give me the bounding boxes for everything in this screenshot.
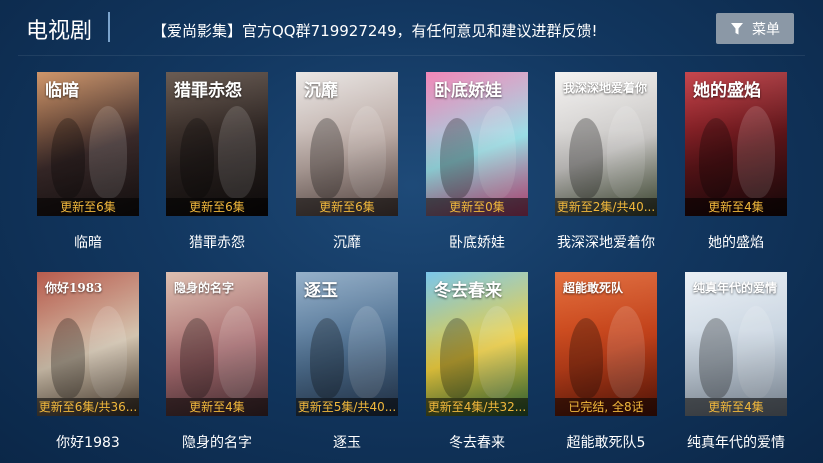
episode-status: 更新至6集 [166,198,268,216]
poster-title-art: 猎罪赤怨 [174,81,242,101]
show-title: 她的盛焰 [708,235,764,251]
poster-title-art: 我深深地爱着你 [563,81,648,95]
header-bar: 电视剧 【爱尚影集】官方QQ群719927249，有任何意见和建议进群反馈! 菜… [0,0,823,56]
episode-status: 更新至4集 [685,398,787,416]
poster-image[interactable]: 超能敢死队已完结, 全8话 [555,272,657,416]
episode-status: 更新至0集 [426,198,528,216]
page-title: 电视剧 [26,19,93,44]
show-title: 隐身的名字 [182,435,252,451]
poster-image[interactable]: 纯真年代的爱情更新至4集 [685,272,787,416]
episode-status: 已完结, 全8话 [555,398,657,416]
poster-title-art: 你好1983 [45,281,103,295]
poster-title-art: 临暗 [45,81,79,101]
show-title: 逐玉 [333,435,361,451]
poster-image[interactable]: 卧底娇娃更新至0集 [426,72,528,216]
poster-image[interactable]: 沉靡更新至6集 [296,72,398,216]
show-title: 猎罪赤怨 [189,235,245,251]
show-title: 冬去春来 [449,435,505,451]
poster-image[interactable]: 临暗更新至6集 [37,72,139,216]
menu-button[interactable]: 菜单 [716,13,794,44]
show-title: 临暗 [74,235,102,251]
episode-status: 更新至4集 [166,398,268,416]
poster-title-art: 纯真年代的爱情 [693,281,778,295]
episode-status: 更新至6集 [37,198,139,216]
poster-image[interactable]: 我深深地爱着你更新至2集/共40... [555,72,657,216]
show-title: 我深深地爱着你 [557,235,655,251]
poster-image[interactable]: 你好1983 更新至6集/共36... [37,272,139,416]
notice-text: 【爱尚影集】官方QQ群719927249，有任何意见和建议进群反馈! [152,22,598,40]
show-title: 沉靡 [333,235,361,251]
episode-status: 更新至4集/共32... [426,398,528,416]
poster-image[interactable]: 隐身的名字更新至4集 [166,272,268,416]
poster-title-art: 隐身的名字 [174,281,235,295]
episode-status: 更新至4集 [685,198,787,216]
title-divider [108,12,110,42]
poster-title-art: 卧底娇娃 [434,81,502,101]
episode-status: 更新至5集/共40... [296,398,398,416]
show-title: 纯真年代的爱情 [687,435,785,451]
poster-title-art: 超能敢死队 [563,281,624,295]
episode-status: 更新至6集 [296,198,398,216]
show-title: 你好1983 [56,435,120,451]
poster-image[interactable]: 她的盛焰更新至4集 [685,72,787,216]
filter-icon [731,22,743,34]
poster-image[interactable]: 冬去春来更新至4集/共32... [426,272,528,416]
show-title: 超能敢死队5 [566,435,646,451]
episode-status: 更新至6集/共36... [37,398,139,416]
poster-title-art: 沉靡 [304,81,338,101]
header-divider [18,55,805,56]
show-title: 卧底娇娃 [449,235,505,251]
menu-label: 菜单 [752,21,780,38]
episode-status: 更新至2集/共40... [555,198,657,216]
poster-title-art: 冬去春来 [434,281,502,301]
poster-image[interactable]: 逐玉更新至5集/共40... [296,272,398,416]
poster-title-art: 她的盛焰 [693,81,761,101]
poster-title-art: 逐玉 [304,281,338,301]
poster-image[interactable]: 猎罪赤怨更新至6集 [166,72,268,216]
